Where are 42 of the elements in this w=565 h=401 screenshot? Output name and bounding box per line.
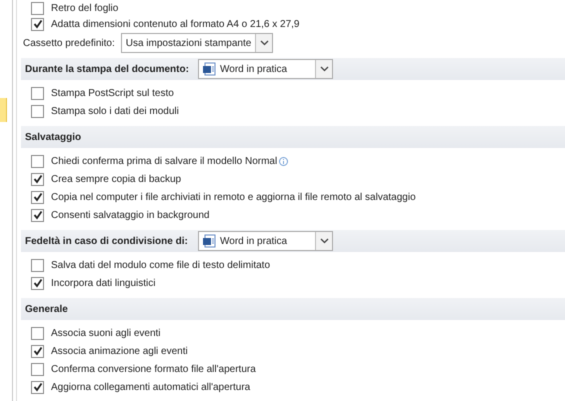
checkbox-label: Crea sempre copia di backup bbox=[51, 174, 182, 184]
checkbox[interactable] bbox=[31, 190, 44, 204]
document-dropdown[interactable]: Word in pratica bbox=[198, 231, 333, 251]
checkbox-label: Consenti salvataggio in background bbox=[51, 210, 210, 220]
checkbox[interactable] bbox=[31, 172, 44, 186]
checkbox-label: Associa suoni agli eventi bbox=[51, 328, 161, 338]
checkbox[interactable] bbox=[31, 362, 44, 376]
caret-icon bbox=[260, 40, 269, 46]
section-title: Fedeltà in caso di condivisione di: bbox=[25, 236, 189, 246]
checkbox[interactable] bbox=[31, 326, 44, 340]
checkbox[interactable] bbox=[31, 380, 44, 394]
field-label: Cassetto predefinito: bbox=[23, 38, 115, 48]
section-title: Durante la stampa del documento: bbox=[25, 64, 190, 74]
checkbox-label: Salva dati del modulo come file di testo delimitato bbox=[51, 260, 270, 270]
document-dropdown[interactable]: Word in pratica bbox=[198, 59, 333, 79]
document-icon bbox=[202, 234, 216, 248]
checkbox-label: Aggiorna collegamenti automatici all'apertura bbox=[51, 382, 250, 392]
checkbox-label: Incorpora dati linguistici bbox=[51, 278, 156, 288]
checkbox-label: Retro del foglio bbox=[51, 2, 118, 14]
document-icon bbox=[202, 62, 216, 76]
checkbox-label: Stampa PostScript sul testo bbox=[51, 88, 174, 98]
checkbox-label: Copia nel computer i file archiviati in remoto e aggiorna il file remoto al salvataggio bbox=[51, 192, 416, 202]
checkbox-label: Stampa solo i dati dei moduli bbox=[51, 106, 179, 116]
checkbox-label: Adatta dimensioni contenuto al formato A4 o 21,6 x 27,9 bbox=[51, 18, 300, 30]
checkbox[interactable] bbox=[31, 104, 44, 118]
checkbox[interactable] bbox=[31, 208, 44, 222]
sidebar-highlight bbox=[0, 98, 7, 122]
caret-icon bbox=[320, 238, 328, 244]
checkbox[interactable] bbox=[31, 154, 44, 168]
tray-dropdown[interactable]: Usa impostazioni stampante bbox=[120, 33, 274, 53]
section-title: Salvataggio bbox=[25, 132, 82, 142]
checkbox-label: Conferma conversione formato file all'apertura bbox=[51, 364, 256, 374]
caret-icon bbox=[320, 66, 328, 72]
checkbox-label: Associa animazione agli eventi bbox=[51, 346, 188, 356]
checkbox[interactable] bbox=[31, 258, 44, 272]
checkbox[interactable] bbox=[31, 18, 44, 30]
checkbox[interactable] bbox=[31, 86, 44, 100]
checkbox[interactable] bbox=[31, 2, 44, 14]
checkbox[interactable] bbox=[31, 276, 44, 290]
section-title: Generale bbox=[25, 304, 69, 314]
checkbox-label: Chiedi conferma prima di salvare il modello Normal bbox=[51, 156, 278, 166]
checkbox[interactable] bbox=[31, 344, 44, 358]
